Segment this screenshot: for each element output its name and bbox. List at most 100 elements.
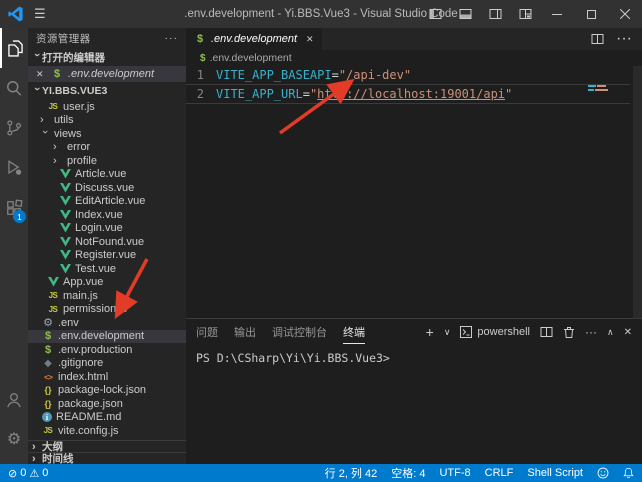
breadcrumb[interactable]: $ .env.development (186, 50, 642, 66)
kill-terminal-trash-icon[interactable] (563, 326, 575, 339)
tree-item-label: views (54, 128, 82, 140)
url-link[interactable]: http://localhost:19001/api (317, 85, 505, 103)
tree-item-main-js[interactable]: JSmain.js (28, 289, 186, 303)
editor-more-actions-icon[interactable]: ··· (616, 30, 632, 48)
close-icon[interactable]: ✕ (36, 69, 46, 80)
timeline-section[interactable]: › 时间线 (28, 452, 186, 464)
tree-item-package-json[interactable]: {}package.json (28, 397, 186, 411)
toggle-sidebar-icon[interactable] (420, 0, 450, 28)
panel-more-actions-icon[interactable]: ··· (585, 325, 597, 339)
status-item[interactable]: 空格: 4 (391, 465, 425, 481)
editor-scrollbar[interactable] (633, 66, 642, 318)
error-icon: ⊘ (8, 467, 17, 480)
tree-item-login-vue[interactable]: Login.vue (28, 222, 186, 236)
tree-item-label: user.js (63, 101, 95, 113)
tree-item-utils[interactable]: ›utils (28, 114, 186, 128)
tree-item-notfound-vue[interactable]: NotFound.vue (28, 235, 186, 249)
open-editor-label: .env.development (68, 68, 154, 80)
tree-item-test-vue[interactable]: Test.vue (28, 262, 186, 276)
run-debug-icon[interactable] (0, 148, 28, 188)
tree-item-register-vue[interactable]: Register.vue (28, 249, 186, 263)
split-editor-icon[interactable] (591, 33, 604, 45)
tree-item-user-js[interactable]: JSuser.js (28, 100, 186, 114)
menu-icon[interactable]: ☰ (34, 6, 46, 22)
explorer-title: 资源管理器 (36, 31, 91, 46)
status-item[interactable]: CRLF (485, 465, 514, 481)
settings-gear-icon[interactable]: ⚙ (0, 420, 28, 460)
tree-item-permission-js[interactable]: JSpermission.js (28, 303, 186, 317)
panel-tab-终端[interactable]: 终端 (343, 320, 365, 344)
problems-status[interactable]: ⊘0 ⚠0 (8, 467, 48, 480)
split-terminal-icon[interactable] (540, 326, 553, 338)
tree-item--env[interactable]: ⚙.env (28, 316, 186, 330)
panel-tab-输出[interactable]: 输出 (234, 320, 256, 344)
js-file-icon: JS (42, 425, 54, 437)
project-root-section[interactable]: › YI.BBS.VUE3 (28, 82, 186, 100)
code-line-2[interactable]: 2VITE_APP_URL="http://localhost:19001/ap… (186, 84, 630, 104)
shellscript-icon: $ (42, 344, 54, 356)
terminal-output[interactable]: PS D:\CSharp\Yi\Yi.BBS.Vue3> (186, 345, 642, 464)
code-token: = (332, 66, 339, 84)
open-editor-item[interactable]: ✕ $ .env.development (28, 66, 186, 82)
open-editors-section[interactable]: › 打开的编辑器 (28, 48, 186, 66)
tree-item-index-vue[interactable]: Index.vue (28, 208, 186, 222)
explorer-more-actions-icon[interactable]: ··· (165, 32, 179, 44)
panel-tab-问题[interactable]: 问题 (196, 320, 218, 344)
new-terminal-icon[interactable]: + (426, 324, 434, 340)
tree-item-label: Test.vue (75, 263, 116, 275)
tree-item-label: Register.vue (75, 249, 136, 261)
tree-item-discuss-vue[interactable]: Discuss.vue (28, 181, 186, 195)
status-item[interactable]: UTF-8 (439, 465, 470, 481)
toggle-secondary-sidebar-icon[interactable] (480, 0, 510, 28)
code-editor[interactable]: 1VITE_APP_BASEAPI="/api-dev"2VITE_APP_UR… (186, 66, 642, 318)
tree-item--gitignore[interactable]: ◆.gitignore (28, 357, 186, 371)
tree-item--env-production[interactable]: $ .env.production (28, 343, 186, 357)
tree-item-error[interactable]: ›error (28, 141, 186, 155)
extensions-badge: 1 (13, 210, 26, 223)
tree-item-label: profile (67, 155, 97, 167)
tree-item-label: .env.production (58, 344, 132, 356)
status-item[interactable]: 行 2, 列 42 (325, 465, 378, 481)
tree-item-vite-config-js[interactable]: JSvite.config.js (28, 424, 186, 438)
tree-item-article-vue[interactable]: Article.vue (28, 168, 186, 182)
maximize-panel-icon[interactable]: ∧ (607, 327, 614, 338)
tree-item-label: Article.vue (75, 168, 126, 180)
search-icon[interactable] (0, 68, 28, 108)
notifications-bell-icon[interactable] (623, 467, 634, 479)
minimap[interactable] (588, 85, 614, 93)
chevron-down-icon: › (39, 130, 51, 140)
customize-layout-icon[interactable] (510, 0, 540, 28)
terminal-instance[interactable]: powershell (460, 326, 530, 338)
source-control-icon[interactable] (0, 108, 28, 148)
vue-file-icon (47, 276, 59, 288)
code-line-1[interactable]: 1VITE_APP_BASEAPI="/api-dev" (186, 66, 630, 84)
feedback-smiley-icon[interactable] (597, 467, 609, 479)
toggle-panel-icon[interactable] (450, 0, 480, 28)
tab-env-development[interactable]: $ .env.development ✕ (186, 28, 323, 50)
panel-tab-调试控制台[interactable]: 调试控制台 (272, 320, 327, 344)
terminal-profile-dropdown-icon[interactable]: ∨ (444, 327, 451, 338)
close-panel-icon[interactable]: ✕ (624, 327, 632, 338)
close-button[interactable] (608, 0, 642, 28)
tree-item-profile[interactable]: ›profile (28, 154, 186, 168)
chevron-down-icon: › (31, 87, 43, 97)
tree-item-app-vue[interactable]: App.vue (28, 276, 186, 290)
chevron-right-icon: › (53, 141, 63, 153)
status-item[interactable]: Shell Script (527, 465, 583, 481)
explorer-icon[interactable] (0, 28, 28, 68)
editor-group: $ .env.development ✕ ··· $ .env.developm… (186, 28, 642, 464)
maximize-button[interactable] (574, 0, 608, 28)
tree-item-package-lock-json[interactable]: {}package-lock.json (28, 384, 186, 398)
tree-item-views[interactable]: ›views (28, 127, 186, 141)
status-right-items: 行 2, 列 42 空格: 4 UTF-8 CRLF Shell Script (325, 465, 583, 481)
tree-item-label: App.vue (63, 276, 103, 288)
tab-close-icon[interactable]: ✕ (306, 34, 314, 45)
tree-item--env-development[interactable]: $.env.development (28, 330, 186, 344)
tree-item-editarticle-vue[interactable]: EditArticle.vue (28, 195, 186, 209)
tree-item-index-html[interactable]: <>index.html (28, 370, 186, 384)
extensions-icon[interactable]: 1 (0, 188, 28, 228)
tree-item-readme-md[interactable]: iREADME.md (28, 411, 186, 425)
account-icon[interactable] (0, 380, 28, 420)
minimize-button[interactable] (540, 0, 574, 28)
code-token: = (303, 85, 310, 103)
